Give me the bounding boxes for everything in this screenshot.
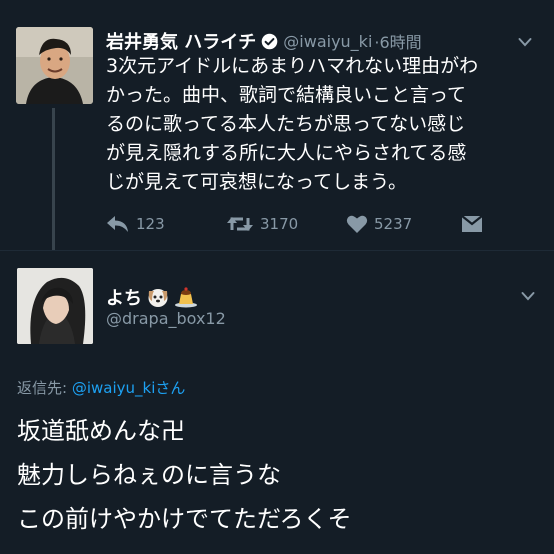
reply-header: よち (106, 283, 198, 311)
direct-message-icon (461, 215, 483, 232)
author-name[interactable]: 岩井勇気 ハライチ (106, 28, 256, 54)
tweet-text-line: が見え隠れする所に大人にやらされてる感 (106, 142, 467, 164)
reply-arrow-icon (107, 216, 128, 232)
author-avatar-image (16, 27, 93, 104)
tweet-text-line: 3次元アイドルにあまりハマれない理由がわ (106, 55, 479, 77)
reply-to-mention[interactable]: @iwaiyu_kiさん (72, 379, 186, 397)
like-count: 5237 (374, 215, 413, 233)
tweet-text: 3次元アイドルにあまりハマれない理由がわ かった。曲中、歌詞で結構良いこと言って… (106, 52, 546, 197)
reply-to-handle[interactable]: @iwaiyu_ki (72, 379, 156, 397)
verified-badge-icon (261, 33, 278, 49)
reply-text-line: 魅力しらねぇのに言うな (17, 461, 281, 489)
reply-to-context: 返信先: @iwaiyu_kiさん (17, 377, 185, 398)
dog-face-emoji (148, 289, 168, 307)
reply-text-line: 坂道舐めんな卍 (17, 417, 185, 445)
reply-author-avatar[interactable] (17, 268, 93, 344)
retweet-icon (227, 217, 253, 231)
tweet-header: 岩井勇気 ハライチ @iwaiyu_ki ·6時間 (106, 28, 422, 54)
reply-avatar-image (17, 268, 93, 344)
like-button[interactable]: 5237 (346, 210, 412, 238)
tweet-time[interactable]: ·6時間 (374, 29, 421, 53)
reply-to-label: 返信先: (17, 379, 68, 397)
tweet-text-line: じが見えて可哀想になってしまう。 (106, 171, 407, 193)
pudding-emoji (175, 287, 197, 308)
heart-icon (346, 215, 368, 233)
retweet-count: 3170 (260, 215, 299, 233)
author-avatar[interactable] (16, 27, 93, 104)
tweet-text-line: るのに歌ってる本人たちが思ってない感じ (106, 113, 466, 135)
tweet-text-line: かった。曲中、歌詞で結構良いこと言って (106, 84, 467, 106)
chevron-down-icon[interactable] (521, 291, 535, 301)
reply-author-name[interactable]: よち (106, 284, 142, 310)
reply-button[interactable]: 123 (106, 210, 165, 238)
tweet-divider (0, 250, 554, 251)
thread-line (52, 108, 55, 250)
chevron-down-icon[interactable] (518, 37, 532, 47)
reply-count: 123 (136, 215, 165, 233)
reply-text-line: この前けやかけでてただろくそ (17, 505, 352, 533)
reply-to-suffix: さん (155, 379, 186, 397)
author-handle[interactable]: @iwaiyu_ki (283, 32, 372, 51)
dm-button[interactable] (461, 210, 489, 238)
retweet-button[interactable]: 3170 (226, 210, 298, 238)
reply-author-handle[interactable]: @drapa_box12 (106, 309, 226, 328)
